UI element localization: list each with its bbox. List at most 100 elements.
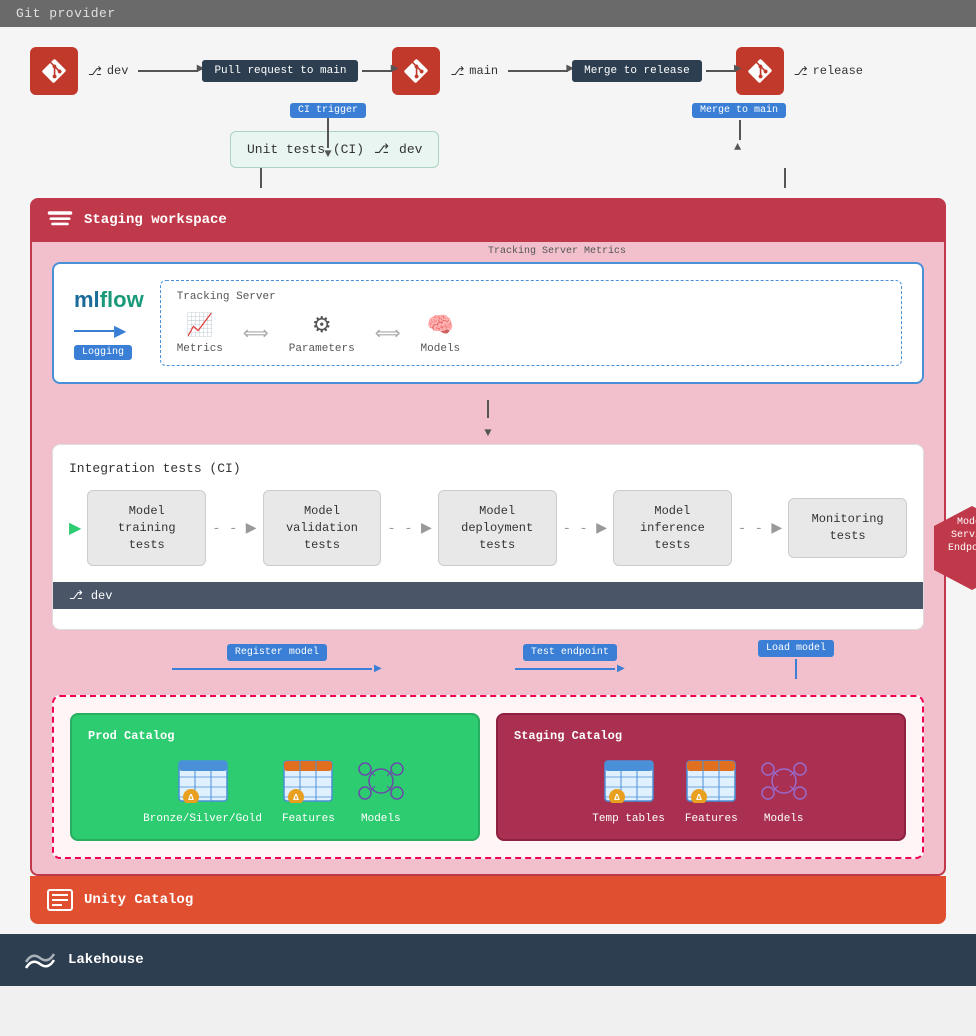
tracking-server-metrics-label: Tracking Server Metrics [488, 246, 626, 257]
arrow-line-3: ▶ [508, 70, 568, 72]
prod-catalog-title: Prod Catalog [88, 729, 462, 743]
bronze-silver-gold-item: Δ Bronze/Silver/Gold [143, 755, 262, 825]
model-validation-tests: Modelvalidationtests [263, 490, 382, 566]
staging-catalog-box: Staging Catalog [496, 713, 906, 841]
unity-catalog-area: Prod Catalog [52, 695, 924, 859]
table-icon-1: Δ [177, 759, 229, 803]
arrow-line-1: ▶ [138, 70, 198, 72]
start-arrow: ▶ [69, 518, 81, 538]
unity-catalog-bar: Unity Catalog [30, 876, 946, 924]
load-model-area: Load model [758, 640, 834, 679]
catalog-row: Prod Catalog [70, 713, 906, 841]
lakehouse-label: Lakehouse [68, 952, 144, 968]
svg-text:Δ: Δ [188, 793, 194, 803]
staging-models-item: Models [758, 755, 810, 825]
dev-bar-integration: ⎇ dev [53, 582, 923, 609]
model-training-tests: Modeltrainingtests [87, 490, 206, 566]
vert-line-2 [784, 168, 786, 188]
staging-catalog-title: Staging Catalog [514, 729, 888, 743]
connector-section [170, 168, 946, 188]
monitoring-tests: Monitoringtests [788, 498, 907, 558]
table-icon-staging-2: Δ [685, 759, 737, 803]
arrow-line-4: ▶ [706, 70, 736, 72]
staging-icon [46, 206, 74, 234]
tracking-server-title: Tracking Server [177, 291, 885, 303]
model-serving-endpoint-wrapper: ModelServingEndpoint [932, 504, 976, 584]
tracking-server-box: Tracking Server 📈 Metrics ⟺ ⚙ Parameters… [160, 280, 902, 366]
main-content: ⎇ dev ▶ Pull request to main ▶ ⎇ main ▶ [0, 27, 976, 934]
main-branch-label: ⎇ main [450, 64, 498, 79]
svg-text:Δ: Δ [697, 793, 703, 803]
model-icon-staging [758, 759, 810, 803]
integration-title: Integration tests (CI) [69, 461, 907, 476]
staging-workspace-label: Staging workspace [84, 212, 227, 228]
hexagon-container: ModelServingEndpoint [932, 504, 976, 584]
staging-workspace-header: Staging workspace [30, 198, 946, 242]
register-model-label: Register model [227, 644, 327, 661]
prod-catalog-items: Δ Bronze/Silver/Gold [88, 755, 462, 825]
lakehouse-bar: Lakehouse [0, 934, 976, 986]
down-arrow-1 [52, 400, 924, 418]
unit-tests-section: Unit tests (CI) ⎇ dev [170, 123, 946, 168]
model-inference-tests: Modelinferencetests [613, 490, 732, 566]
register-model-area: Register model ▶ [172, 644, 382, 675]
tracking-items: 📈 Metrics ⟺ ⚙ Parameters ⟺ 🧠 Models [177, 313, 885, 355]
branch-icon: ⎇ [88, 64, 102, 79]
svg-text:Δ: Δ [294, 793, 300, 803]
integration-tests-box: Integration tests (CI) ▶ Modeltrainingte… [52, 444, 924, 630]
staging-catalog-items: Δ Temp tables [514, 755, 888, 825]
tracking-models: 🧠 Models [421, 313, 461, 355]
git-provider-label: Git provider [16, 6, 116, 21]
table-icon-2: Δ [282, 759, 334, 803]
prod-models-item: Models [355, 755, 407, 825]
prod-catalog-box: Prod Catalog [70, 713, 480, 841]
table-icon-staging-1: Δ [603, 759, 655, 803]
tracking-parameters: ⚙ Parameters [289, 313, 355, 355]
unity-catalog-label: Unity Catalog [84, 892, 193, 908]
metrics-icon: 📈 [186, 313, 213, 339]
merge-to-main-area: Merge to main ▲ [692, 103, 786, 154]
merge-to-main-label: Merge to main [692, 103, 786, 118]
dashed-1: - - ▶ [212, 520, 256, 537]
lakehouse-icon [24, 946, 56, 974]
merge-to-release-btn: Merge to release [572, 60, 702, 82]
ci-vertical-line [327, 118, 329, 148]
test-endpoint-label: Test endpoint [523, 644, 617, 661]
mlflow-logo: mlflow [74, 287, 144, 313]
release-branch-label: ⎇ release [794, 64, 863, 79]
parameters-icon: ⚙ [312, 313, 332, 339]
unity-catalog-icon [46, 886, 74, 914]
vert-line-1 [260, 168, 262, 188]
model-icon-1 [355, 759, 407, 803]
ci-trigger-area: CI trigger ▼ [290, 103, 366, 160]
prod-features-item: Δ Features [282, 755, 335, 825]
temp-tables-item: Δ Temp tables [592, 755, 665, 825]
logging-badge: Logging [74, 345, 132, 360]
dev-branch-label: ⎇ dev [88, 64, 128, 79]
branch-icon-dev: ⎇ [69, 588, 83, 603]
dashed-3: - - ▶ [563, 520, 607, 537]
git-provider-bar: Git provider [0, 0, 976, 27]
staging-body: mlflow ▶ Logging Tracking Server 📈 Metri… [30, 242, 946, 876]
test-steps-row: ▶ Modeltrainingtests - - ▶ Modelvalidati… [69, 490, 907, 566]
models-icon: 🧠 [427, 313, 454, 339]
down-arrow-2: ▼ [52, 426, 924, 440]
unit-branch-name: dev [399, 142, 422, 157]
pull-request-btn: Pull request to main [202, 60, 358, 82]
release-git-icon [736, 47, 784, 95]
mlflow-logo-area: mlflow ▶ Logging [74, 287, 144, 360]
merge-main-line [739, 120, 741, 140]
model-deployment-tests: Modeldeploymenttests [438, 490, 557, 566]
test-endpoint-area: Test endpoint ▶ [515, 644, 625, 675]
branch-icon-3: ⎇ [794, 64, 808, 79]
tracking-metrics: 📈 Metrics [177, 313, 223, 355]
integration-tests-wrapper: Integration tests (CI) ▶ Modeltrainingte… [52, 444, 924, 630]
dashed-2: - - ▶ [387, 520, 431, 537]
git-flow-row: ⎇ dev ▶ Pull request to main ▶ ⎇ main ▶ [30, 47, 946, 95]
staging-features-item: Δ Features [685, 755, 738, 825]
model-serving-label: ModelServingEndpoint [932, 516, 976, 555]
branch-icon-2: ⎇ [450, 64, 464, 79]
dashed-4: - - ▶ [738, 520, 782, 537]
main-git-icon [392, 47, 440, 95]
flow-labels-row: Register model ▶ Test endpoint ▶ Load mo… [52, 640, 924, 679]
